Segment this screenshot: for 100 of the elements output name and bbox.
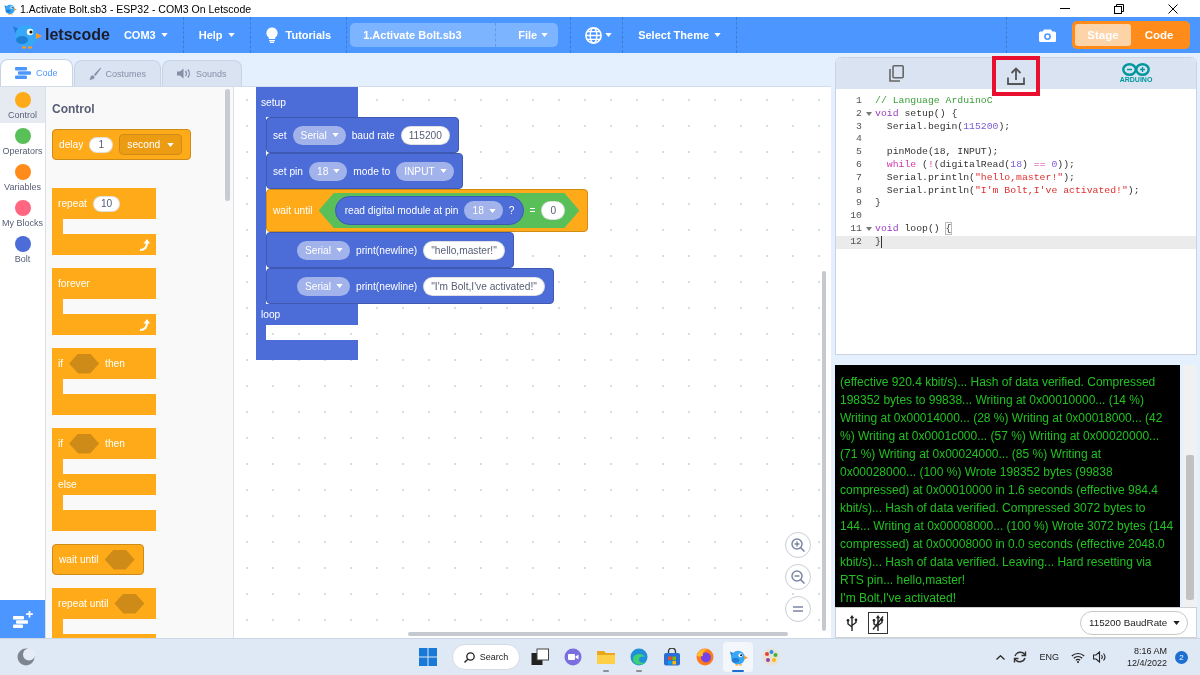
value-input[interactable]: 1 [89,136,114,153]
code-text: void loop() { [875,222,952,236]
line-number: 1 [855,95,862,108]
console-text: 144... Writing at 0x00008000... (100 %) Wrote 3072 bytes (144 [840,518,1175,535]
brush-icon [88,67,101,80]
category-item[interactable]: Operators [0,123,45,159]
console-text: RTS pin... hello,master! [840,572,967,589]
c-block[interactable]: repeat 10 [52,188,156,255]
block-label: mode to [353,165,391,177]
scrollbar-thumb[interactable] [1186,455,1194,600]
connection-button[interactable] [868,611,888,634]
value-input[interactable]: 10 [92,195,121,212]
swirl-icon [630,648,648,666]
input-language-button[interactable]: ENG [1039,652,1059,662]
console-text: (effective 920.4 kbit/s)... Hash of data verified. Compressed [840,374,1157,391]
code-block[interactable]: Serial print(newline) "I'm Bolt,I've activated!" [266,268,554,304]
block-label: wait until [273,205,313,216]
scrollbar[interactable] [408,632,788,636]
scrollbar[interactable] [1183,365,1197,607]
caret-icon [227,33,235,37]
usb-crossed-icon [872,614,884,631]
caret-icon [439,169,447,173]
block-label: set [273,129,287,141]
folder-icon [597,648,615,666]
category-item[interactable]: Variables [0,159,45,195]
infinity-icon [1122,63,1150,76]
block-label: = [529,205,536,216]
globe-icon [585,26,603,44]
setup-loop-block[interactable]: setup set Serial baud rate 115200 set pin 18 mode to INPUT wait until read digital module at pin 18 ? = 0 Serial print(newline) "hello,master!" Serial print(newline) "I'm Bolt,I've activated!" loop [256,87,589,360]
squares-icon [531,648,549,666]
console-text: 0x00028000... (100 %) Wrote 198352 bytes (99838 [840,464,1114,481]
console-text: compressed) at 0x00010000 in 1.6 seconds (effective 984.4 [840,482,1159,499]
search-button[interactable]: Search [452,644,520,670]
caret-icon [331,133,339,137]
lightbulb-icon [265,27,278,43]
volume-icon [1092,651,1107,663]
code-text: // Language ArduinoC [875,95,993,108]
code-text: } [875,235,881,249]
code-block[interactable]: Serial print(newline) "hello,master!" [266,232,514,268]
line-number: 5 [855,146,862,159]
bird-icon [728,648,748,666]
zoom-in-icon [791,538,805,552]
block-label: set pin [273,165,303,177]
screenshot-button[interactable] [1039,28,1056,42]
editor-tab[interactable]: Costumes [73,60,162,86]
code-block[interactable]: set Serial baud rate 115200 [266,117,459,153]
wifi-icon [1070,651,1085,663]
console-text: kbit/s)... Hash of data verified. Compressed 3072 bytes to [840,500,1147,517]
category-item[interactable]: Control [0,87,45,123]
code-block[interactable]: delay 1 second [52,129,192,160]
sync-icon [1013,650,1028,664]
category-item[interactable]: My Blocks [0,195,45,231]
console-text: Writing at 0x00014000... (28 %) Writing at 0x00018000... (42 [840,410,1164,427]
palette-icon [762,648,780,666]
zoom-in-button[interactable] [785,532,811,558]
line-number: 10 [849,210,862,223]
chevron-up-icon [996,654,1006,660]
block-label: read digital module at pin [344,205,459,216]
upload-icon [1007,67,1025,85]
block-label: then [105,358,125,369]
scrollbar[interactable] [225,89,230,201]
console-text: %) Writing at 0x0001c000... (57 %) Writing at 0x00020000... [840,428,1161,445]
window-title: 1.Activate Bolt.sb3 - ESP32 - COM3 On Letscode [20,2,252,15]
block-label: delay [59,139,84,150]
shopping-bag-icon [663,648,681,666]
speaker-icon [177,68,192,79]
notification-count[interactable]: 2 [1175,650,1188,664]
block-label: loop [261,309,281,320]
block-label: baud rate [351,129,395,141]
add-extension-button[interactable] [0,600,45,638]
line-number: 8 [855,184,862,198]
line-number: 9 [855,197,862,211]
restore-icon [1114,3,1124,14]
code-block[interactable]: wait until read digital module at pin 18 ? = 0 [266,189,589,232]
value-input[interactable]: 0 [541,201,566,220]
editor-tab[interactable]: Code [0,59,73,86]
code-text: Serial.println("I'm Bolt,I've activated!"); [885,184,1140,198]
caret-icon [714,33,722,37]
line-number: 3 [855,120,862,134]
editor-tab[interactable]: Sounds [162,60,242,86]
line-number: 2 [855,107,862,121]
code-text: } [875,197,881,211]
reporter-block[interactable]: read digital module at pin 18 ? [334,196,524,225]
scrollbar[interactable] [822,271,826,631]
caret-icon [1173,620,1180,625]
value-input[interactable]: "I'm Bolt,I've activated!" [423,276,545,296]
upload-button[interactable] [992,56,1040,96]
caret-icon [605,33,613,37]
block-label: repeat until [58,598,109,609]
block-label: ? [508,205,515,216]
value-input[interactable]: "hello,master!" [423,240,505,260]
loop-arrow-icon [139,318,150,331]
operator-block[interactable]: read digital module at pin 18 ? = 0 [318,193,580,228]
zoom-out-button[interactable] [785,564,811,590]
clock-button[interactable]: 8:16 AM 12/4/2022 [1126,645,1167,669]
value-input[interactable]: 115200 [400,125,450,145]
block-label: if [58,438,64,449]
reset-zoom-button[interactable] [785,596,811,622]
category-item[interactable]: Bolt [0,231,45,267]
palette-heading: Control [52,101,96,117]
